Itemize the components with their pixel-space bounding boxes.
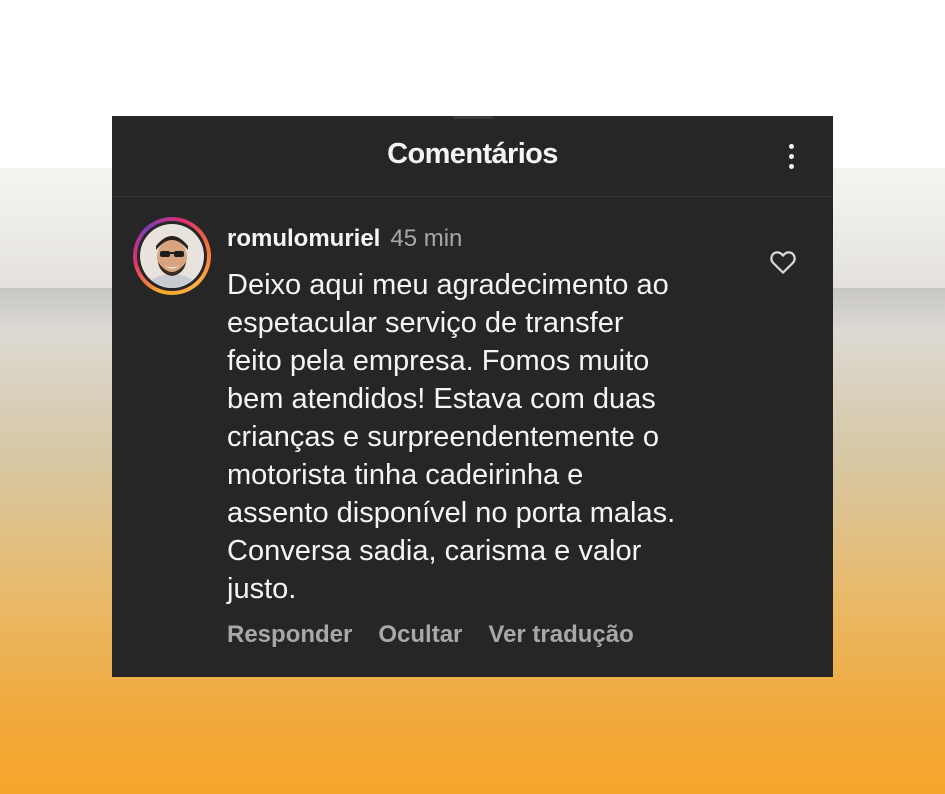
comment-time: 45 min [390, 225, 463, 252]
comments-panel: Comentários romulomuriel 45 min Deixo aq… [112, 116, 833, 677]
comment-username[interactable]: romulomuriel [227, 225, 380, 252]
reply-button[interactable]: Responder [227, 621, 352, 648]
comment-meta: romulomuriel 45 min [227, 224, 747, 254]
heart-outline-icon[interactable] [768, 247, 798, 277]
comment: romulomuriel 45 min Deixo aqui meu agrade… [227, 224, 747, 608]
avatar[interactable] [133, 217, 211, 295]
hide-button[interactable]: Ocultar [378, 621, 462, 648]
comment-actions: Responder Ocultar Ver tradução [227, 621, 660, 649]
avatar-photo [140, 224, 204, 288]
comment-text: Deixo aqui meu agradecimento ao espetacu… [227, 269, 676, 605]
comments-header: Comentários [112, 116, 833, 197]
translate-button[interactable]: Ver tradução [488, 621, 633, 648]
more-options-icon[interactable] [779, 138, 803, 174]
drag-handle[interactable] [452, 116, 493, 119]
panel-title: Comentários [387, 138, 558, 170]
